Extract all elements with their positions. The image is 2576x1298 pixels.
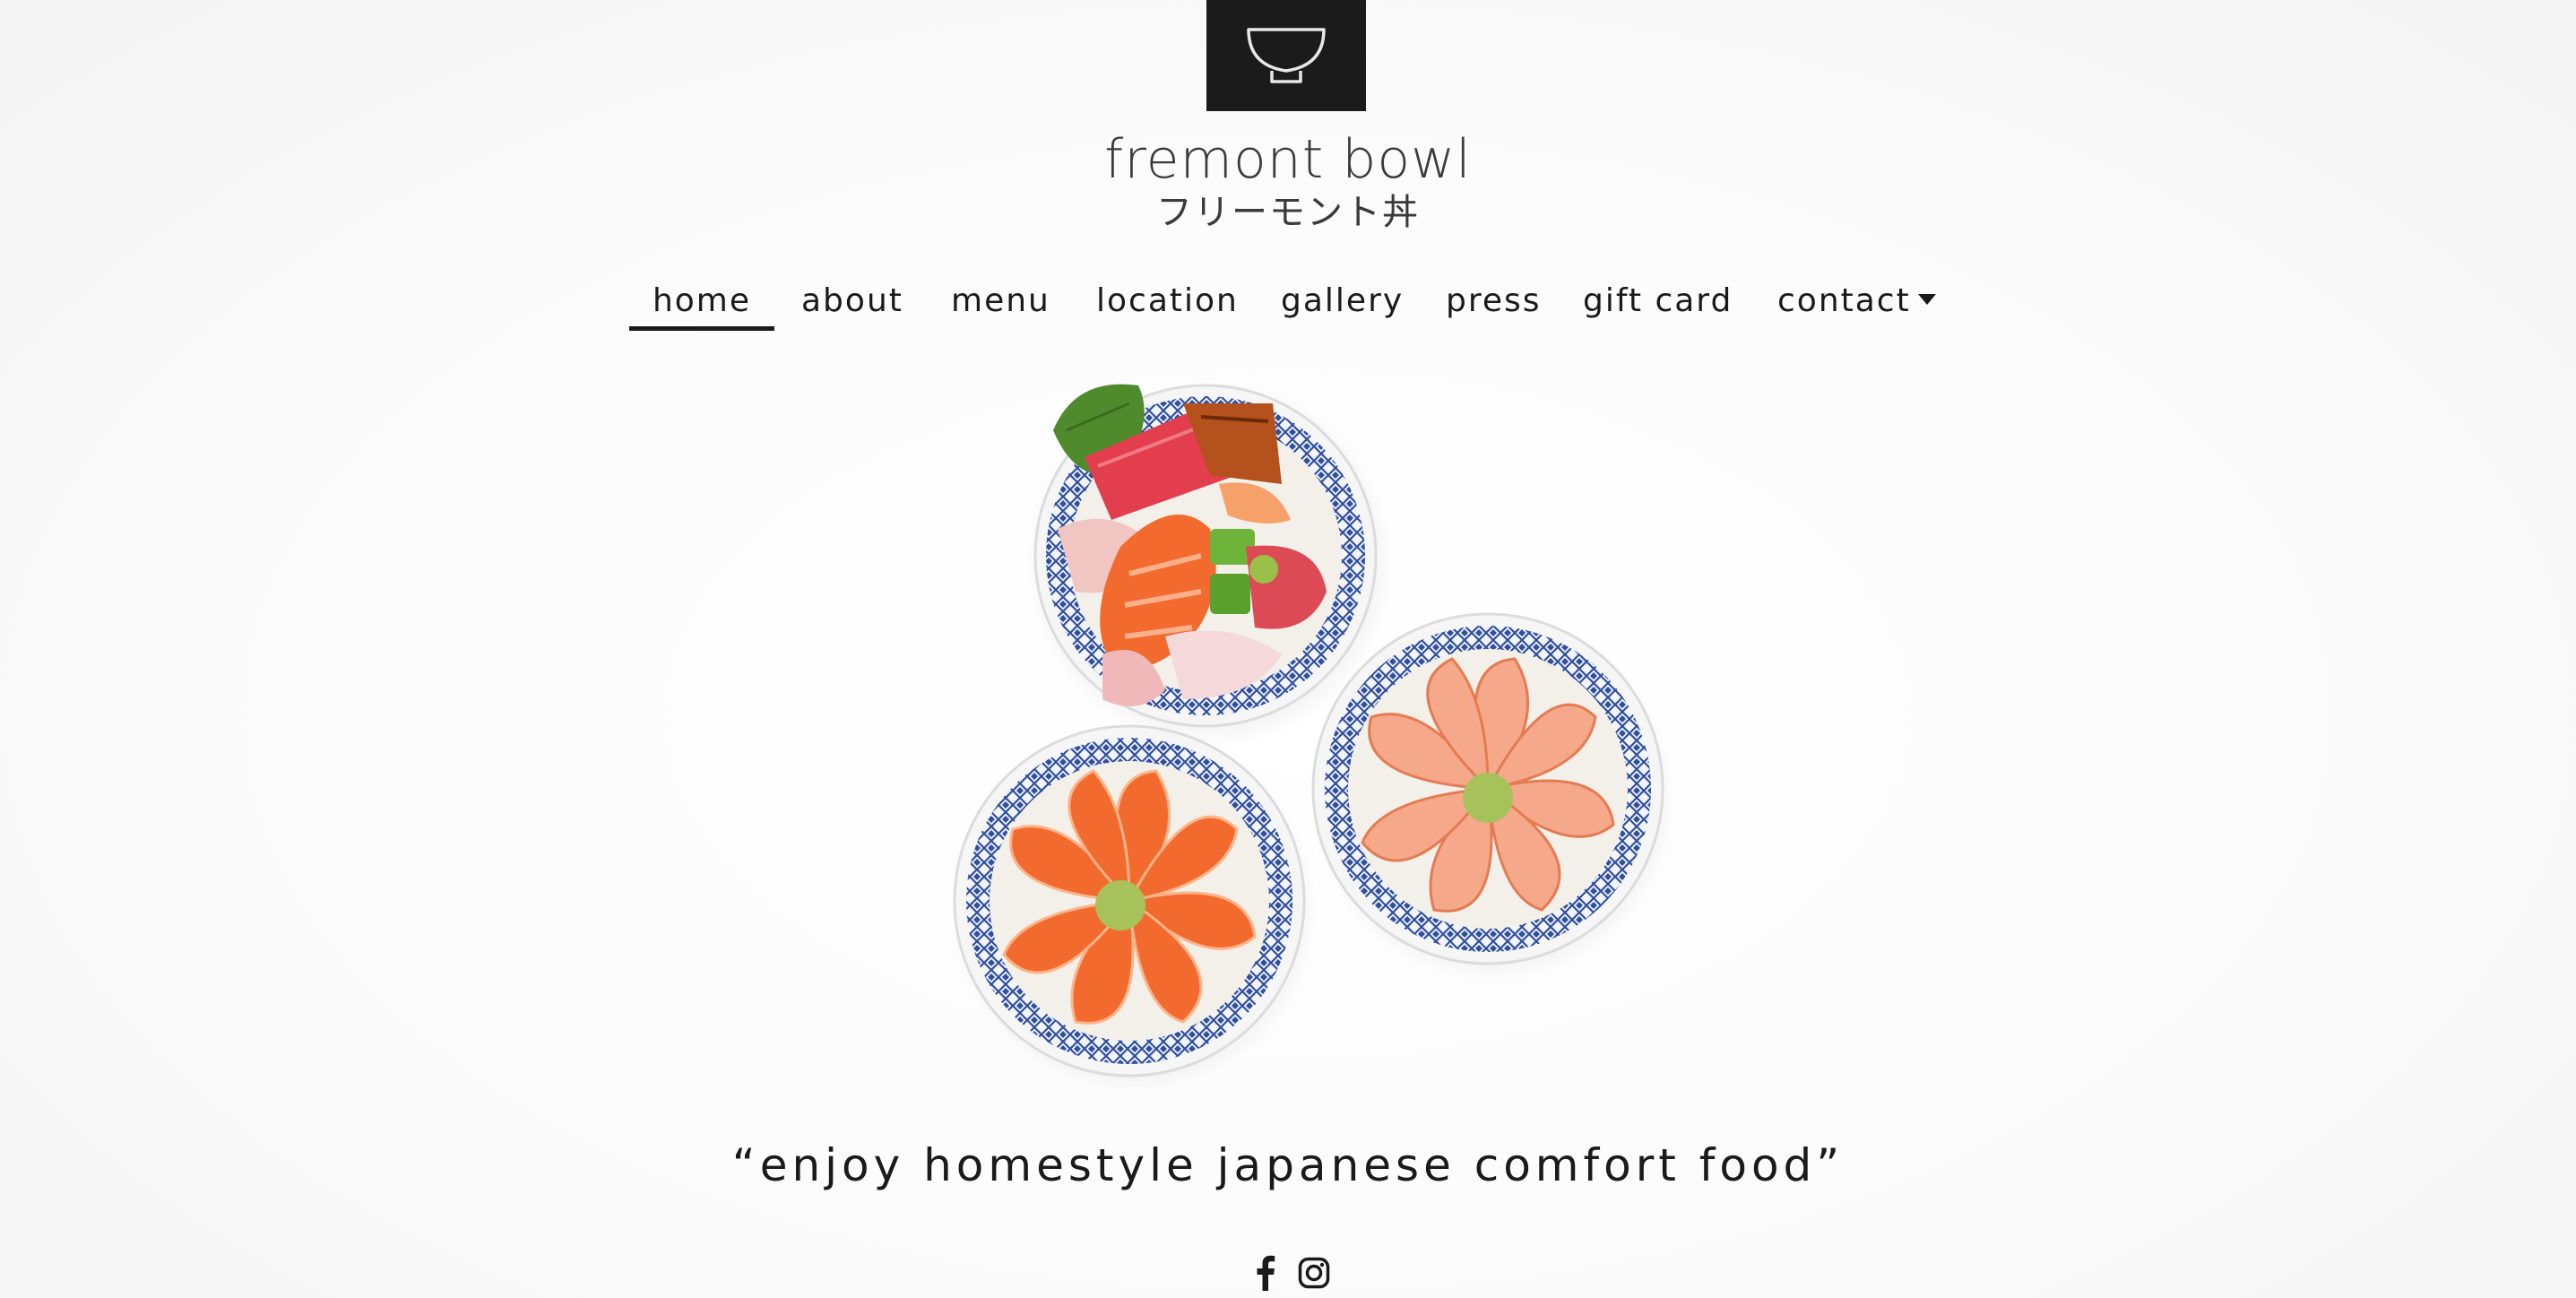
nav-item-label: gallery	[1281, 282, 1405, 319]
tagline: “enjoy homestyle japanese comfort food”	[731, 1139, 1845, 1191]
nav-item-press[interactable]: press	[1446, 276, 1542, 326]
nav-item-gift-card[interactable]: gift card	[1583, 276, 1733, 326]
bowl-salmon	[950, 724, 1318, 1094]
logo-mark[interactable]	[1206, 0, 1366, 111]
nav-item-home[interactable]: home	[629, 276, 774, 331]
bowl-icon	[1247, 28, 1326, 83]
nav-item-gallery[interactable]: gallery	[1281, 276, 1404, 326]
nav-item-about[interactable]: about	[801, 276, 903, 326]
nav-item-label: press	[1446, 282, 1542, 319]
nav-item-location[interactable]: location	[1096, 276, 1239, 326]
bowl-sashimi	[1026, 381, 1394, 749]
chevron-down-icon	[1917, 294, 1936, 305]
nav-item-label: contact	[1777, 282, 1911, 319]
hero-image	[950, 381, 1676, 1094]
nav-item-contact[interactable]: contact	[1777, 276, 1936, 326]
bowl-aburi-salmon	[1309, 612, 1676, 982]
instagram-icon[interactable]	[1298, 1254, 1330, 1292]
nav-item-label: home	[652, 282, 752, 319]
nav-item-label: about	[801, 282, 903, 319]
main-nav: home about menu location gallery press g…	[0, 276, 2576, 331]
social-links	[1249, 1251, 1330, 1294]
page: fremont bowl フリーモント丼 home about menu loc…	[0, 0, 2576, 1298]
nav-item-label: gift card	[1583, 282, 1733, 319]
brand-japanese-name: フリーモント丼	[1156, 192, 1420, 233]
nav-item-label: location	[1096, 282, 1239, 319]
nav-item-menu[interactable]: menu	[951, 276, 1050, 326]
brand-name: fremont bowl	[1104, 128, 1472, 191]
nav-item-label: menu	[951, 282, 1050, 319]
facebook-icon[interactable]	[1249, 1254, 1282, 1292]
